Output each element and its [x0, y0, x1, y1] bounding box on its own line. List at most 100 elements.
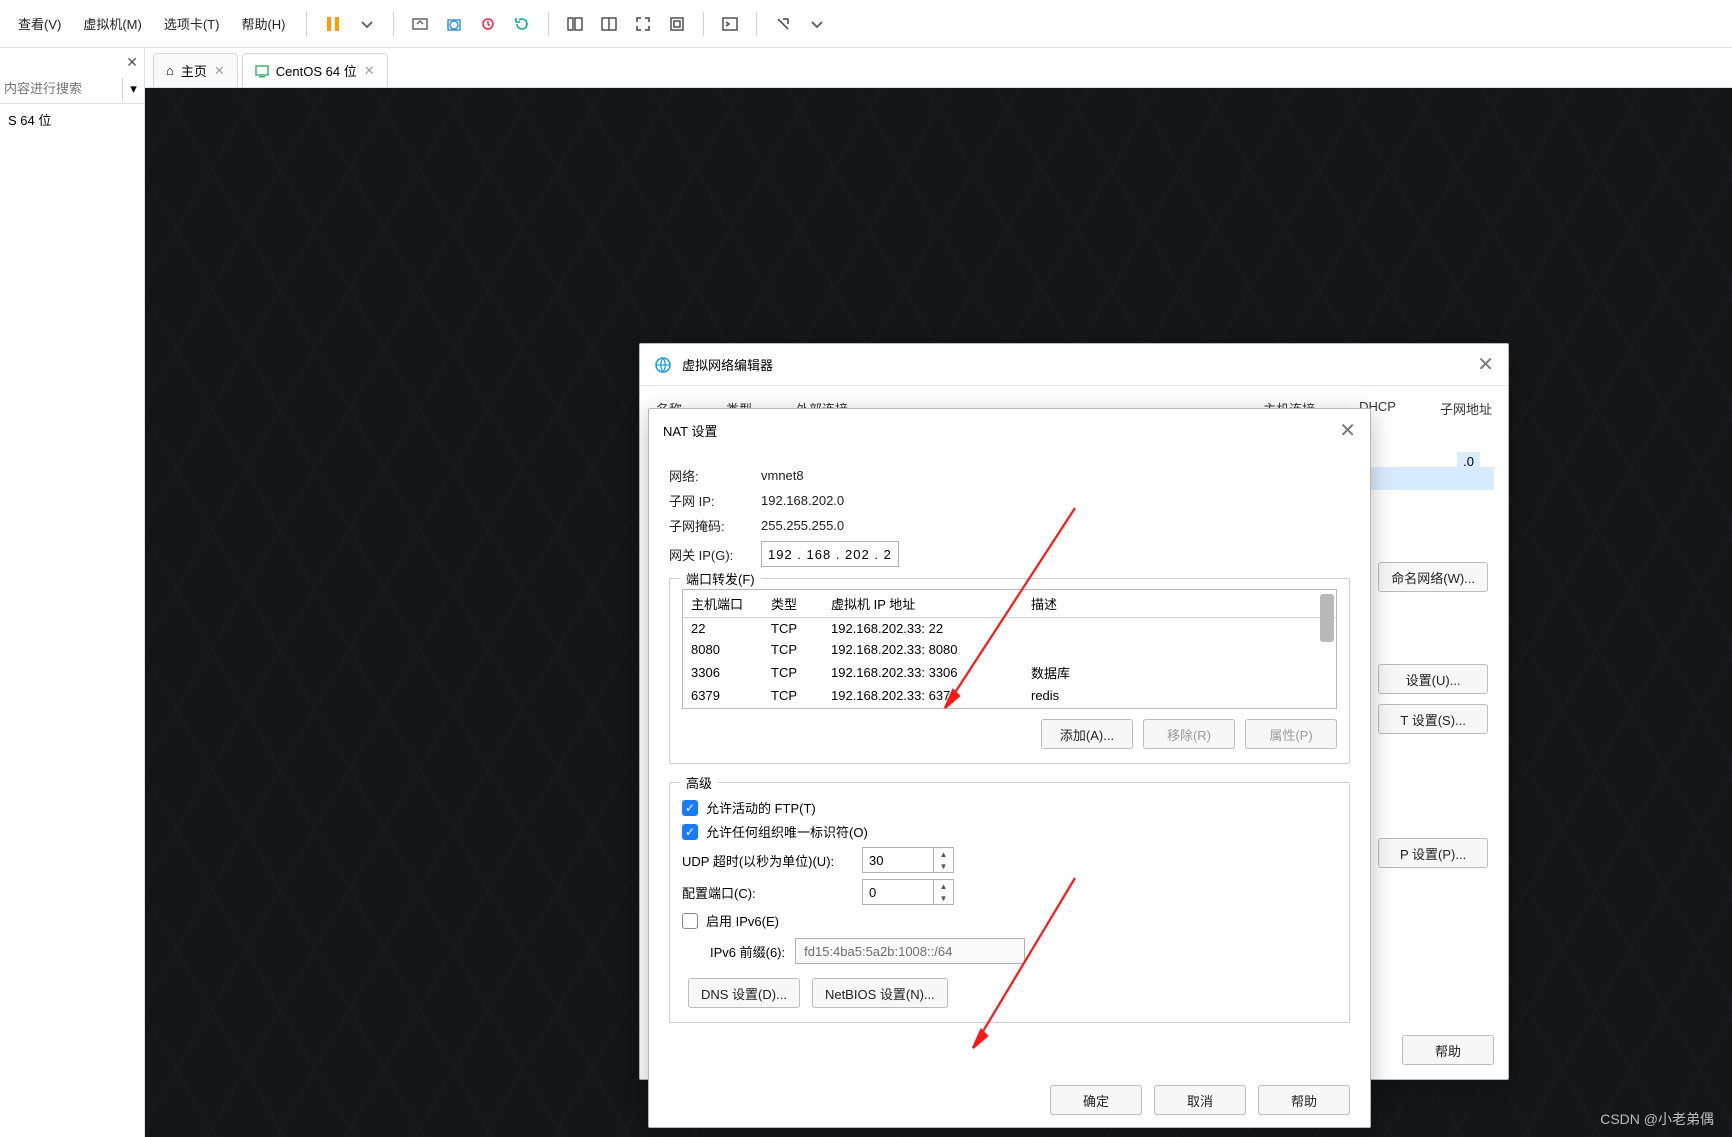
- vm-icon: [255, 64, 269, 78]
- sidebar-search-input[interactable]: [0, 79, 122, 98]
- scrollbar-thumb[interactable]: [1320, 594, 1334, 642]
- table-cell: 3306: [683, 660, 763, 685]
- sep: [756, 12, 757, 36]
- fullscreen-icon[interactable]: [629, 10, 657, 38]
- table-row[interactable]: 8080TCP192.168.202.33: 8080: [683, 639, 1336, 660]
- config-button[interactable]: 设置(U)...: [1378, 664, 1488, 694]
- stretch-icon[interactable]: [769, 10, 797, 38]
- col-host: 主机端口: [683, 590, 763, 618]
- nat-settings-button[interactable]: T 设置(S)...: [1378, 704, 1488, 734]
- nat-settings-dialog: NAT 设置 ✕ 网络:vmnet8 子网 IP:192.168.202.0 子…: [648, 408, 1371, 1128]
- table-cell: TCP: [763, 639, 823, 660]
- home-icon: ⌂: [166, 63, 174, 78]
- menu-vm[interactable]: 虚拟机(M): [73, 8, 152, 39]
- cfg-value[interactable]: [863, 880, 933, 904]
- ipv6-checkbox[interactable]: 启用 IPv6(E): [682, 911, 1337, 930]
- ipv6-prefix-input[interactable]: [795, 938, 1025, 964]
- tab-centos[interactable]: CentOS 64 位 ✕: [242, 53, 388, 87]
- help-button[interactable]: 帮助: [1402, 1035, 1494, 1065]
- layout1-icon[interactable]: [561, 10, 589, 38]
- table-cell: TCP: [763, 660, 823, 685]
- org-checkbox[interactable]: ✓允许任何组织唯一标识符(O): [682, 822, 1337, 841]
- table-cell: 8080: [683, 639, 763, 660]
- chevron-down-icon[interactable]: [803, 10, 831, 38]
- send-cad-icon[interactable]: [406, 10, 434, 38]
- console-icon[interactable]: [716, 10, 744, 38]
- udp-value[interactable]: [863, 848, 933, 872]
- close-icon[interactable]: ✕: [1339, 418, 1356, 443]
- table-row[interactable]: 6379TCP192.168.202.33: 6379redis: [683, 685, 1336, 706]
- sidebar-item-vm[interactable]: S 64 位: [0, 104, 144, 135]
- col-sub: 子网地址: [1440, 399, 1492, 418]
- subip-label: 子网 IP:: [669, 491, 761, 510]
- close-icon[interactable]: ✕: [214, 63, 225, 79]
- close-icon[interactable]: ✕: [1477, 352, 1494, 377]
- help-button[interactable]: 帮助: [1258, 1085, 1350, 1115]
- ipv6-prefix-label: IPv6 前缀(6):: [710, 942, 785, 961]
- menu-help[interactable]: 帮助(H): [231, 8, 295, 39]
- table-row[interactable]: 3306TCP192.168.202.33: 3306数据库: [683, 660, 1336, 685]
- table-cell: TCP: [763, 618, 823, 640]
- table-cell: 192.168.202.33: 8080: [823, 639, 1023, 660]
- dhcp-settings-button[interactable]: P 设置(P)...: [1378, 838, 1488, 868]
- tabbar: ⌂ 主页 ✕ CentOS 64 位 ✕: [145, 48, 1732, 88]
- dialog-title: 虚拟网络编辑器: [682, 355, 773, 374]
- table-cell: [1023, 639, 1336, 660]
- gateway-ip-input[interactable]: 192 . 168 . 202 . 2: [761, 541, 899, 567]
- watermark: CSDN @小老弟偶: [1600, 1109, 1714, 1129]
- port-forward-table[interactable]: 主机端口 类型 虚拟机 IP 地址 描述 22TCP192.168.202.33…: [682, 589, 1337, 709]
- net-value: vmnet8: [761, 468, 804, 483]
- table-cell: 192.168.202.33: 6379: [823, 685, 1023, 706]
- sep: [393, 12, 394, 36]
- gw-label: 网关 IP(G):: [669, 545, 761, 564]
- ftp-checkbox[interactable]: ✓允许活动的 FTP(T): [682, 798, 1337, 817]
- net-label: 网络:: [669, 466, 761, 485]
- rename-network-button[interactable]: 命名网络(W)...: [1378, 562, 1488, 592]
- unity-icon[interactable]: [663, 10, 691, 38]
- pause-icon[interactable]: [319, 10, 347, 38]
- snapshot-mgr-icon[interactable]: [474, 10, 502, 38]
- spin-down-icon[interactable]: ▼: [934, 892, 953, 904]
- chevron-down-icon[interactable]: [353, 10, 381, 38]
- dns-settings-button[interactable]: DNS 设置(D)...: [688, 978, 800, 1008]
- search-dropdown-icon[interactable]: ▾: [122, 78, 144, 100]
- cancel-button[interactable]: 取消: [1154, 1085, 1246, 1115]
- ok-button[interactable]: 确定: [1050, 1085, 1142, 1115]
- table-row[interactable]: 22TCP192.168.202.33: 22: [683, 618, 1336, 640]
- config-port-input[interactable]: ▲▼: [862, 879, 954, 905]
- layout2-icon[interactable]: [595, 10, 623, 38]
- tab-label: 主页: [181, 61, 207, 80]
- col-type: 类型: [763, 590, 823, 618]
- table-cell: redis: [1023, 685, 1336, 706]
- col-desc: 描述: [1023, 590, 1336, 618]
- table-cell: [1023, 618, 1336, 640]
- tab-home[interactable]: ⌂ 主页 ✕: [153, 53, 238, 87]
- chk-label: 启用 IPv6(E): [706, 911, 779, 930]
- revert-icon[interactable]: [508, 10, 536, 38]
- sep: [703, 12, 704, 36]
- sep: [306, 12, 307, 36]
- add-button[interactable]: 添加(A)...: [1041, 719, 1133, 749]
- spin-up-icon[interactable]: ▲: [934, 848, 953, 860]
- spin-down-icon[interactable]: ▼: [934, 860, 953, 872]
- spin-up-icon[interactable]: ▲: [934, 880, 953, 892]
- port-forward-group: 端口转发(F) 主机端口 类型 虚拟机 IP 地址 描述 22TCP192.16…: [669, 578, 1350, 764]
- mask-value: 255.255.255.0: [761, 518, 844, 533]
- chk-label: 允许活动的 FTP(T): [706, 798, 816, 817]
- snapshot-icon[interactable]: [440, 10, 468, 38]
- udp-timeout-input[interactable]: ▲▼: [862, 847, 954, 873]
- adv-legend: 高级: [680, 773, 718, 792]
- udp-label: UDP 超时(以秒为单位)(U):: [682, 851, 852, 870]
- globe-icon: [654, 356, 672, 374]
- table-cell: 6379: [683, 685, 763, 706]
- close-icon[interactable]: ✕: [364, 63, 375, 79]
- menu-view[interactable]: 查看(V): [8, 8, 71, 39]
- properties-button[interactable]: 属性(P): [1245, 719, 1337, 749]
- close-icon[interactable]: ✕: [126, 54, 138, 71]
- vm-view: 虚拟网络编辑器 ✕ 名称 类型 外部连接 主机连接 DHCP 子网地址 VI V…: [145, 88, 1732, 1137]
- netbios-settings-button[interactable]: NetBIOS 设置(N)...: [812, 978, 948, 1008]
- menu-tabs[interactable]: 选项卡(T): [154, 8, 230, 39]
- remove-button[interactable]: 移除(R): [1143, 719, 1235, 749]
- subnet-cell: .0: [1457, 452, 1480, 471]
- chk-label: 允许任何组织唯一标识符(O): [706, 822, 868, 841]
